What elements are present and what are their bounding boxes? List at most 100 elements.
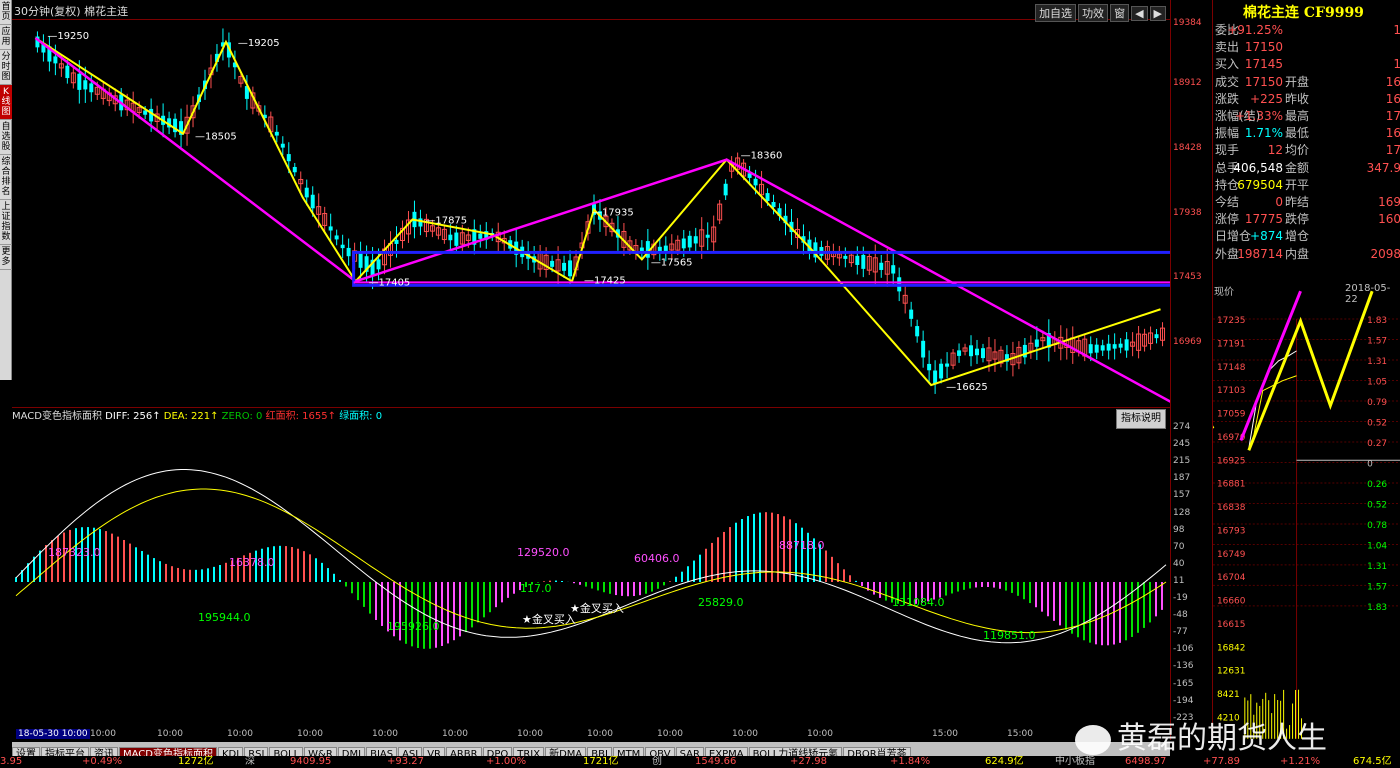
dea-value: 221↑: [191, 411, 219, 422]
macd-tick: 40: [1173, 558, 1185, 569]
weibo-logo-icon: [1075, 724, 1111, 755]
status-value: +0.49%: [82, 756, 123, 767]
contract-title: 棉花主连 CF9999: [1243, 5, 1364, 21]
quote-value: 1: [1393, 23, 1400, 37]
quote-panel: 棉花主连 CF9999 委比 +91.25% 1 卖出 17150 买入 17145 1 成交 1…: [1212, 0, 1400, 290]
macd-area-label: 60406.0: [634, 552, 680, 565]
left-nav-item[interactable]: 首页: [0, 0, 12, 25]
macd-tick: 215: [1173, 456, 1191, 467]
candle: [1088, 344, 1093, 354]
pivot-label: —17935: [592, 207, 634, 218]
status-value: 1549.66: [695, 756, 737, 767]
candle: [334, 235, 339, 240]
candle: [394, 239, 399, 244]
time-label: 10:00: [157, 729, 183, 739]
left-nav: 首页 应用 分时图 K线图 自选股 综合排名 上证指数 更多: [0, 0, 12, 380]
quote-label: 跌停: [1285, 212, 1310, 227]
candle: [681, 238, 686, 249]
quote-row: 卖出 17150: [1213, 39, 1400, 56]
quote-value: 16: [1385, 91, 1400, 106]
quote-value: 17150: [1244, 74, 1283, 89]
left-nav-item[interactable]: K线图: [0, 85, 12, 120]
trend-line: [34, 36, 1170, 403]
mini-pct-tick: 0: [1367, 459, 1373, 469]
candle: [418, 218, 423, 227]
quote-label: 增仓: [1285, 229, 1310, 244]
quote-label: 现手: [1215, 143, 1240, 158]
status-value: +1.21%: [1280, 756, 1321, 767]
mini-price-tick: 17235: [1217, 316, 1245, 326]
mini-price-tick: 16793: [1217, 526, 1245, 536]
price-tick: 17938: [1173, 208, 1202, 218]
toolbar-button[interactable]: ◀: [1131, 6, 1148, 21]
candle: [376, 259, 381, 270]
forecast-arrow: [1213, 425, 1215, 429]
left-nav-item[interactable]: 更多: [0, 245, 12, 270]
mini-price-tick: 16660: [1217, 597, 1246, 607]
candle: [693, 236, 698, 244]
quote-value: 198714: [1237, 246, 1283, 261]
quote-value: 17: [1385, 143, 1400, 158]
macd-area-label: 88718.0: [779, 539, 825, 552]
quote-label: 买入: [1215, 57, 1240, 72]
candle: [687, 235, 692, 248]
candle: [89, 83, 94, 93]
candle: [843, 255, 848, 259]
pivot-label: —18360: [741, 151, 783, 162]
left-nav-item[interactable]: 分时图: [0, 50, 12, 85]
forecast-trend: [1239, 290, 1302, 441]
quote-row: 买入 17145 1: [1213, 56, 1400, 73]
candle: [478, 233, 483, 239]
status-value: 674.5亿: [1353, 756, 1392, 767]
candle: [945, 363, 950, 367]
quote-row: 涨幅(结) +1.33% 最高 17: [1213, 108, 1400, 125]
quote-label: 振幅: [1215, 126, 1240, 141]
pivot-label: —16625: [946, 382, 988, 393]
macd-tick: -48: [1173, 610, 1188, 621]
candle: [346, 247, 351, 257]
left-nav-item[interactable]: 上证指数: [0, 200, 12, 245]
quote-label: 内盘: [1285, 246, 1310, 261]
index-status-bar: 3.95 +0.49% 1272亿 深 9409.95 +93.27 +1.00% 1721亿…: [0, 756, 1400, 768]
candle: [765, 193, 770, 202]
candle: [723, 183, 728, 196]
candle: [957, 350, 962, 356]
green-area-value: 0: [375, 411, 383, 422]
left-nav-item[interactable]: 自选股: [0, 120, 12, 155]
candle: [77, 73, 82, 90]
status-value: 9409.95: [290, 756, 332, 767]
quote-label: 卖出: [1215, 40, 1240, 55]
candle: [149, 108, 154, 122]
quote-row: 涨停 17775 跌停 160: [1213, 211, 1400, 228]
intraday-mini-chart[interactable]: 1723517191171481710317059169701692516881…: [1212, 290, 1400, 740]
quote-label: 日增仓: [1215, 229, 1252, 244]
macd-chart[interactable]: 187323.0 16378.0 129520.0 60406.0 88718.0 195…: [12, 426, 1170, 726]
time-label: 10:00: [517, 729, 543, 739]
quote-row: 持仓 679504 开平: [1213, 177, 1400, 194]
candle: [310, 194, 315, 209]
quote-value: 0: [1275, 195, 1283, 209]
macd-tick: -136: [1173, 661, 1194, 672]
left-nav-item[interactable]: 综合排名: [0, 155, 12, 200]
time-label: 10:00: [372, 729, 398, 739]
toolbar-button[interactable]: ▶: [1149, 6, 1166, 21]
quote-value: 406,548: [1233, 160, 1283, 175]
price-tick: 17453: [1173, 272, 1202, 282]
candle: [340, 244, 345, 249]
candle: [639, 247, 644, 252]
macd-tick: 187: [1173, 473, 1191, 484]
macd-area-label: 195944.0: [198, 611, 251, 624]
candle: [855, 255, 860, 265]
candle: [969, 345, 974, 357]
macd-tick: 245: [1173, 439, 1191, 450]
kline-chart[interactable]: —19250 —19205 —18505 —17875 —17935 —18360 —174…: [12, 20, 1170, 408]
quote-label: 昨结: [1285, 195, 1310, 209]
quote-label: 涨跌: [1215, 91, 1240, 106]
macd-name: MACD变色指标面积: [12, 411, 102, 422]
left-nav-item[interactable]: 应用: [0, 25, 12, 50]
price-tick: 16969: [1173, 337, 1202, 347]
red-area-value: 1655↑: [302, 411, 336, 422]
watermark-text: 黄磊的期货人生: [1117, 721, 1327, 756]
candle: [705, 234, 710, 238]
quote-row: 外盘 198714 内盘 2098: [1213, 246, 1400, 263]
